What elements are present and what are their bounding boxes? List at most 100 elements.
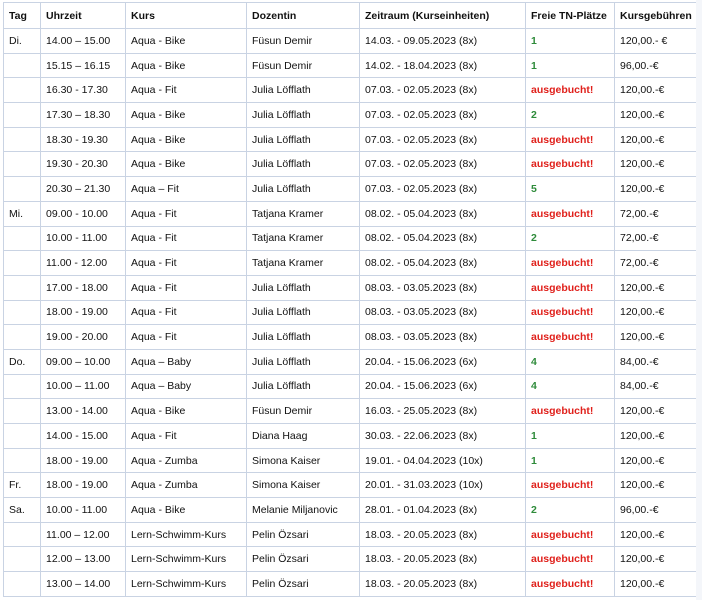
cell-fee: 120,00.-€	[614, 472, 697, 499]
cell-fee: 120,00.-€	[614, 546, 697, 573]
table-row: 13.00 – 14.00 Lern-Schwimm-Kurs Pelin Özsa…	[3, 571, 697, 597]
table-row: 13.00 - 14.00 Aqua - Bike Füsun Demir 16.03…	[3, 398, 697, 424]
header-free-spots: Freie TN-Plätze	[525, 2, 615, 29]
cell-free-spots: ausgebucht!	[525, 472, 615, 499]
cell-day	[3, 102, 41, 128]
cell-time: 19.00 - 20.00	[40, 324, 126, 350]
cell-instructor: Pelin Özsari	[246, 546, 360, 573]
cell-time: 18.00 - 19.00	[40, 472, 126, 499]
cell-instructor: Pelin Özsari	[246, 521, 360, 548]
cell-period: 08.02. - 05.04.2023 (8x)	[359, 200, 526, 227]
cell-day	[3, 274, 41, 301]
cell-time: 10.00 - 11.00	[40, 225, 126, 252]
cell-course: Aqua - Fit	[125, 423, 247, 449]
table-row: Mi. 09.00 - 10.00 Aqua - Fit Tatjana Kramer…	[3, 200, 697, 227]
cell-fee: 120,00.-€	[614, 274, 697, 301]
cell-course: Aqua - Fit	[125, 324, 247, 350]
cell-time: 12.00 – 13.00	[40, 546, 126, 573]
cell-course: Aqua - Bike	[125, 52, 247, 79]
table-row: 11.00 - 12.00 Aqua - Fit Tatjana Kramer 08.…	[3, 250, 697, 276]
cell-instructor: Füsun Demir	[246, 28, 360, 54]
cell-day	[3, 52, 41, 79]
cell-time: 11.00 – 12.00	[40, 521, 126, 548]
cell-fee: 120,00.-€	[614, 299, 697, 326]
cell-instructor: Tatjana Kramer	[246, 200, 360, 227]
cell-free-spots: ausgebucht!	[525, 398, 615, 424]
cell-time: 10.00 - 11.00	[40, 497, 126, 523]
table-row: Fr. 18.00 - 19.00 Aqua - Zumba Simona Kaise…	[3, 472, 697, 499]
cell-instructor: Tatjana Kramer	[246, 250, 360, 276]
cell-course: Aqua - Bike	[125, 398, 247, 424]
cell-free-spots: ausgebucht!	[525, 274, 615, 301]
table-row: 10.00 - 11.00 Aqua - Fit Tatjana Kramer 08.…	[3, 225, 697, 252]
cell-period: 08.02. - 05.04.2023 (8x)	[359, 250, 526, 276]
cell-instructor: Julia Löfflath	[246, 373, 360, 400]
cell-period: 08.03. - 03.05.2023 (8x)	[359, 299, 526, 326]
cell-day	[3, 77, 41, 104]
table-row: 17.00 - 18.00 Aqua - Fit Julia Löfflath 08.…	[3, 274, 697, 301]
cell-course: Aqua - Zumba	[125, 472, 247, 499]
cell-time: 17.00 - 18.00	[40, 274, 126, 301]
cell-fee: 120,00.- €	[614, 28, 697, 54]
cell-time: 14.00 – 15.00	[40, 28, 126, 54]
cell-course: Aqua - Bike	[125, 497, 247, 523]
cell-free-spots: 4	[525, 373, 615, 400]
cell-fee: 120,00.-€	[614, 151, 697, 178]
cell-instructor: Julia Löfflath	[246, 151, 360, 178]
cell-day	[3, 126, 41, 153]
cell-instructor: Diana Haag	[246, 423, 360, 449]
cell-course: Aqua - Fit	[125, 77, 247, 104]
cell-free-spots: ausgebucht!	[525, 151, 615, 178]
cell-time: 14.00 - 15.00	[40, 423, 126, 449]
cell-day: Do.	[3, 348, 41, 375]
cell-fee: 120,00.-€	[614, 571, 697, 597]
cell-free-spots: ausgebucht!	[525, 250, 615, 276]
cell-instructor: Simona Kaiser	[246, 472, 360, 499]
cell-day	[3, 299, 41, 326]
cell-instructor: Julia Löfflath	[246, 176, 360, 202]
course-table: Tag Uhrzeit Kurs Dozentin Zeitraum (Kurs…	[3, 2, 697, 597]
cell-free-spots: ausgebucht!	[525, 324, 615, 350]
cell-fee: 120,00.-€	[614, 398, 697, 424]
table-row: 15.15 – 16.15 Aqua - Bike Füsun Demir 14.02…	[3, 52, 697, 79]
cell-period: 07.03. - 02.05.2023 (8x)	[359, 151, 526, 178]
cell-day: Sa.	[3, 497, 41, 523]
cell-fee: 120,00.-€	[614, 126, 697, 153]
cell-course: Aqua - Fit	[125, 274, 247, 301]
cell-instructor: Julia Löfflath	[246, 102, 360, 128]
cell-course: Aqua - Fit	[125, 250, 247, 276]
cell-period: 07.03. - 02.05.2023 (8x)	[359, 176, 526, 202]
cell-period: 18.03. - 20.05.2023 (8x)	[359, 546, 526, 573]
table-row: 20.30 – 21.30 Aqua – Fit Julia Löfflath 07.…	[3, 176, 697, 202]
cell-day	[3, 225, 41, 252]
cell-free-spots: ausgebucht!	[525, 126, 615, 153]
table-row: 10.00 – 11.00 Aqua – Baby Julia Löfflath 20…	[3, 373, 697, 400]
table-row: 17.30 – 18.30 Aqua - Bike Julia Löfflath 07…	[3, 102, 697, 128]
table-row: 18.00 - 19.00 Aqua - Fit Julia Löfflath 08.…	[3, 299, 697, 326]
table-row: 18.30 - 19.30 Aqua - Bike Julia Löfflath 07…	[3, 126, 697, 153]
cell-period: 07.03. - 02.05.2023 (8x)	[359, 126, 526, 153]
cell-day	[3, 324, 41, 350]
cell-fee: 84,00.-€	[614, 348, 697, 375]
cell-day	[3, 176, 41, 202]
cell-day	[3, 151, 41, 178]
cell-course: Aqua – Baby	[125, 373, 247, 400]
cell-free-spots: 1	[525, 447, 615, 474]
cell-period: 20.04. - 15.06.2023 (6x)	[359, 373, 526, 400]
cell-fee: 120,00.-€	[614, 447, 697, 474]
cell-instructor: Tatjana Kramer	[246, 225, 360, 252]
cell-course: Aqua - Bike	[125, 126, 247, 153]
table-row: Di. 14.00 – 15.00 Aqua - Bike Füsun Demir 14…	[3, 28, 697, 54]
cell-day: Mi.	[3, 200, 41, 227]
cell-fee: 72,00.-€	[614, 225, 697, 252]
cell-fee: 120,00.-€	[614, 102, 697, 128]
cell-period: 08.03. - 03.05.2023 (8x)	[359, 274, 526, 301]
cell-period: 28.01. - 01.04.2023 (8x)	[359, 497, 526, 523]
cell-time: 18.00 - 19.00	[40, 447, 126, 474]
cell-free-spots: 1	[525, 423, 615, 449]
cell-time: 11.00 - 12.00	[40, 250, 126, 276]
table-row: 19.00 - 20.00 Aqua - Fit Julia Löfflath 08.…	[3, 324, 697, 350]
cell-time: 10.00 – 11.00	[40, 373, 126, 400]
cell-day	[3, 521, 41, 548]
cell-time: 17.30 – 18.30	[40, 102, 126, 128]
